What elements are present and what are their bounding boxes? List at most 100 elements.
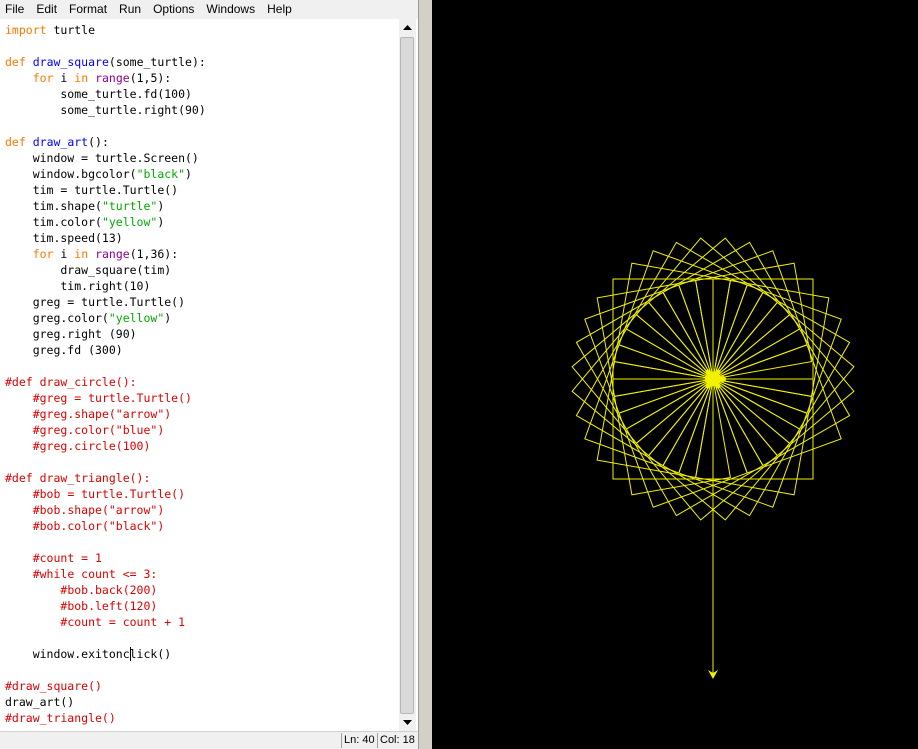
vertical-scrollbar[interactable] [399,19,416,731]
code-token: #bob.color("black") [32,519,165,533]
code-line: #draw_triangle() [5,710,399,726]
code-line: window.exitonclick() [5,646,399,662]
menu-run[interactable]: Run [113,0,147,19]
square-path [584,344,714,474]
code-token: #draw_square() [5,679,102,693]
square-path [678,378,808,508]
square-path [712,284,842,414]
code-line: #bob.back(200) [5,582,399,598]
code-token: "turtle" [101,199,158,213]
code-line: #greg = turtle.Turtle() [5,390,399,406]
square-path [647,237,791,380]
scroll-up-button[interactable] [399,19,416,36]
square-path [571,301,714,445]
turtle-drawing [571,237,855,679]
square-path [712,344,842,474]
code-token: (some_turtle): [108,55,206,69]
code-token: #greg.circle(100) [32,439,151,453]
code-line: #greg.circle(100) [5,438,399,454]
code-token: window.exitonc [5,647,130,661]
column-number: Col: 18 [377,733,420,748]
code-line: greg.color("yellow") [5,310,399,326]
square-path [712,291,851,430]
code-token: draw_square(tim) [5,263,172,277]
code-token: in [74,71,89,85]
square-path [625,241,764,380]
code-line: tim.right(10) [5,278,399,294]
code-token: tim.color( [5,215,102,229]
code-line: some_turtle.fd(100) [5,86,399,102]
code-line: tim.color("yellow") [5,214,399,230]
menubar: File Edit Format Run Options Windows Hel… [0,0,418,19]
code-line: def draw_art(): [5,134,399,150]
code-token: #greg.color("blue") [32,423,165,437]
code-token: range [95,71,130,85]
turtle-graphics-canvas[interactable] [432,0,918,749]
code-token: (1,36): [129,247,179,261]
code-token: ) [157,215,165,229]
code-line: for i in range(1,5): [5,70,399,86]
square-path [575,328,714,467]
square-path [625,378,764,517]
code-token: greg.fd (300) [5,343,123,357]
square-path [571,313,714,457]
square-path [712,328,851,467]
code-token: def [5,55,26,69]
code-line: #def draw_triangle(): [5,470,399,486]
arrow-up-icon [403,25,412,30]
code-editor[interactable]: import turtle def draw_square(some_turtle… [0,19,399,731]
code-line: window = turtle.Screen() [5,150,399,166]
code-token: #greg.shape("arrow") [32,407,172,421]
menu-file[interactable]: File [0,0,30,19]
code-line: draw_square(tim) [5,262,399,278]
code-line: greg.fd (300) [5,342,399,358]
code-token: some_turtle.right(90) [5,103,206,117]
square-path [712,301,855,445]
square-path [635,237,779,380]
code-line: some_turtle.right(90) [5,102,399,118]
code-token: draw_art [32,135,89,149]
scroll-down-button[interactable] [399,714,416,731]
editor-window: File Edit Format Run Options Windows Hel… [0,0,418,749]
menu-options[interactable]: Options [147,0,200,19]
menu-help[interactable]: Help [261,0,298,19]
code-line: def draw_square(some_turtle): [5,54,399,70]
code-line: draw_art() [5,694,399,710]
code-line: #greg.color("blue") [5,422,399,438]
code-line: window.bgcolor("black") [5,166,399,182]
code-token: some_turtle.fd(100) [5,87,192,101]
square-path [678,250,808,380]
code-token: greg.color( [5,311,109,325]
code-token: #def draw_circle(): [5,375,137,389]
code-token: #bob.back(200) [60,583,158,597]
menu-windows[interactable]: Windows [200,0,261,19]
code-line: tim.shape("turtle") [5,198,399,214]
code-token: ) [157,199,165,213]
scrollbar-thumb[interactable] [400,37,414,714]
code-token: window = turtle.Screen() [5,151,199,165]
code-line: #count = 1 [5,550,399,566]
menu-edit[interactable]: Edit [30,0,63,19]
code-token: #def draw_triangle(): [5,471,151,485]
code-line: tim = turtle.Turtle() [5,182,399,198]
code-line: #count = count + 1 [5,614,399,630]
square-path [618,378,748,508]
menu-format[interactable]: Format [63,0,113,19]
code-token: greg = turtle.Turtle() [5,295,186,309]
square-path [712,313,855,457]
square-path [662,241,801,380]
